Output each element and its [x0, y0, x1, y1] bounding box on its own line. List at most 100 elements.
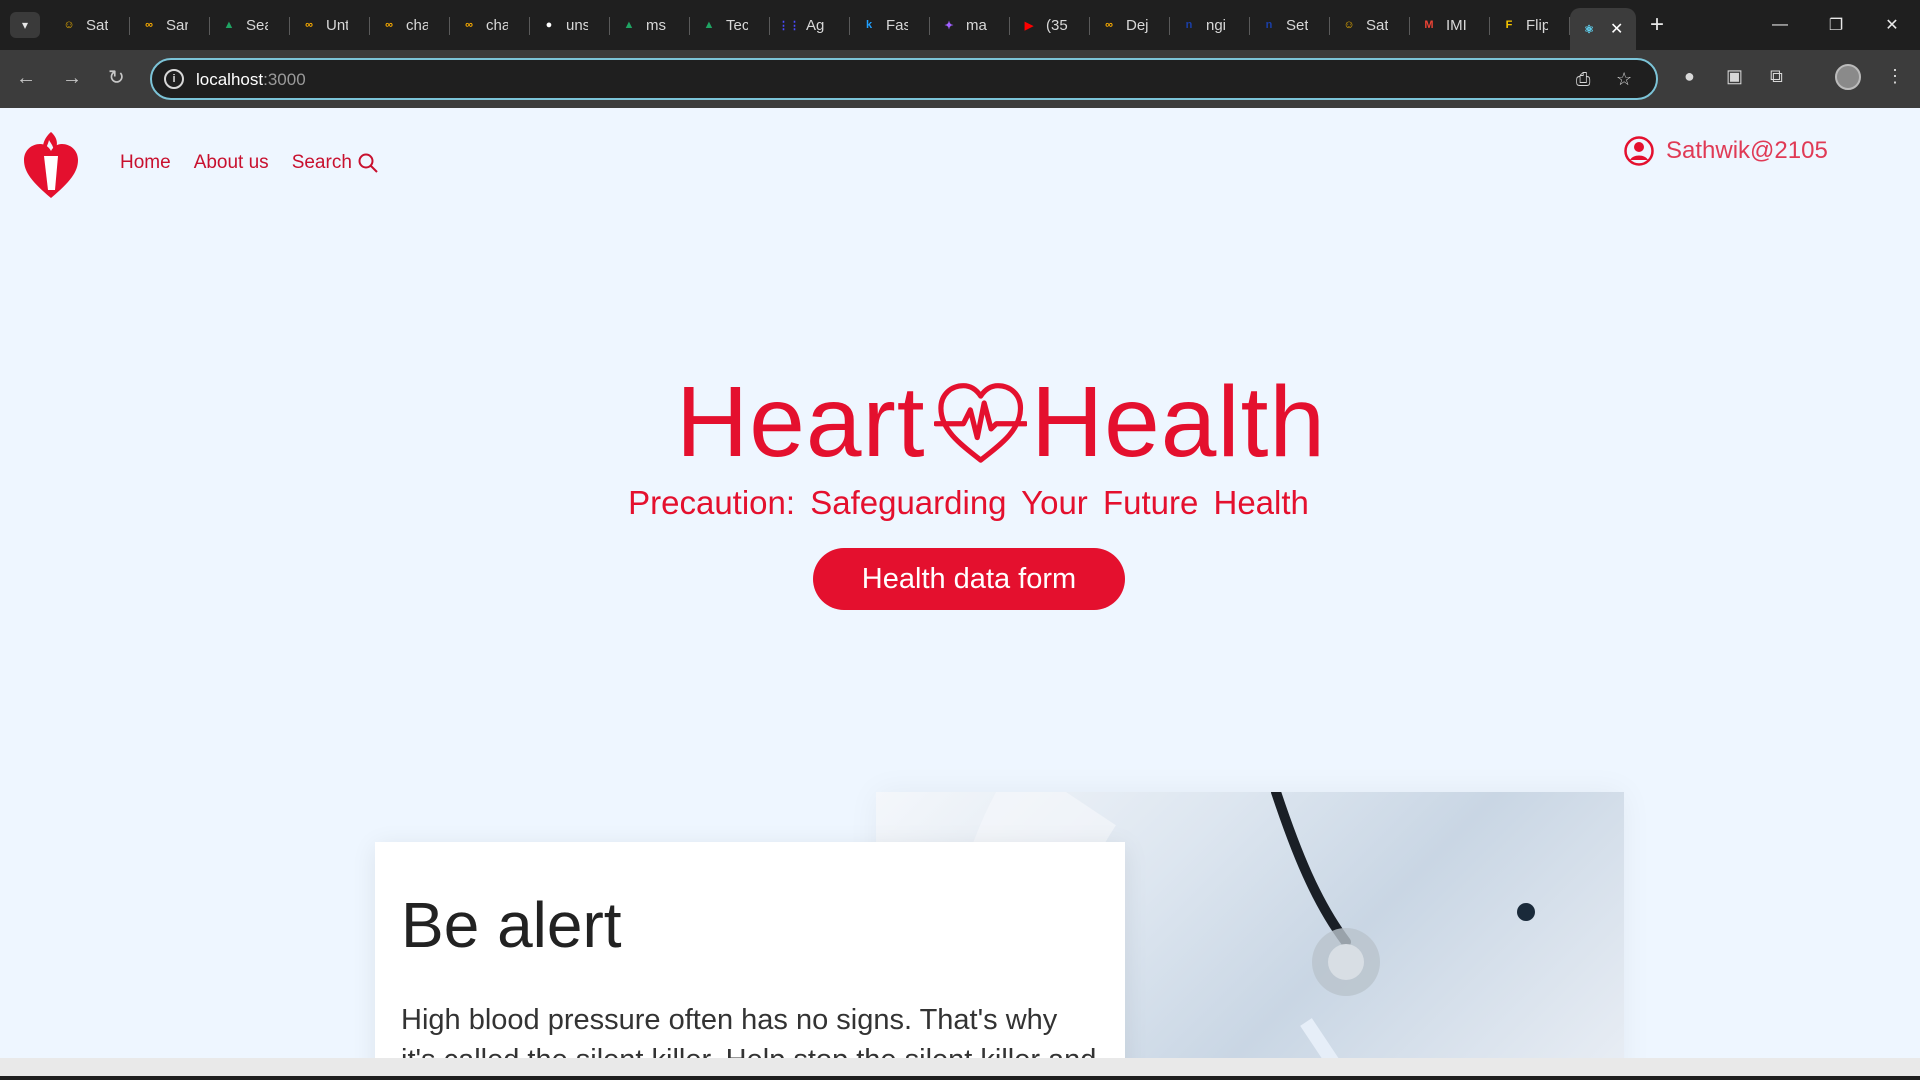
browser-tab[interactable]: M IMI [1410, 8, 1490, 42]
card-body: High blood pressure often has no signs. … [401, 1004, 1096, 1058]
address-bar[interactable]: i localhost:3000 ⎙ ☆ [150, 58, 1658, 100]
colab-icon: ∞ [385, 19, 393, 31]
more-menu-icon[interactable]: ⋮ [1886, 66, 1904, 87]
extensions-icon[interactable]: ⧉ [1770, 66, 1783, 87]
browser-tab[interactable]: n Set [1250, 8, 1330, 42]
tab-title: ngi [1206, 16, 1227, 34]
window-controls: — ❐ ✕ [1752, 0, 1920, 50]
browser-tab[interactable]: ∞ Unt [290, 8, 370, 42]
nav-about-label: About us [193, 152, 269, 173]
tab-title: Fas [886, 16, 908, 34]
tab-title: ma [966, 16, 987, 34]
k-icon: k [865, 19, 873, 31]
side-panel-icon[interactable]: ▣ [1726, 66, 1743, 87]
profile-avatar[interactable] [1835, 64, 1861, 90]
react-icon: ⚛ [1584, 23, 1594, 36]
tab-title: uns [566, 16, 588, 34]
gmail-icon: M [1424, 19, 1434, 31]
tab-title: Unt [326, 16, 348, 34]
close-tab-icon[interactable]: ✕ [1610, 19, 1623, 39]
be-alert-card: Be alert High blood pressure often has n… [375, 842, 1125, 1058]
browser-tab[interactable]: n ngi [1170, 8, 1250, 42]
browser-tab[interactable]: ☺ Sat [50, 8, 130, 42]
n-icon: n [1185, 19, 1193, 31]
username: Sathwik@2105 [1666, 137, 1828, 164]
browser-tab[interactable]: ▲ Sea [210, 8, 290, 42]
tab-title: ms [646, 16, 666, 34]
user-account[interactable]: Sathwik@2105 [1624, 136, 1828, 166]
taskbar-edge [0, 1058, 1920, 1080]
hero-subtitle: Precaution: Safeguarding Your Future Hea… [628, 484, 1309, 521]
browser-tab[interactable]: ✦ ma [930, 8, 1010, 42]
youtube-icon: ▶ [1024, 19, 1034, 32]
grid-icon: ⋮⋮ [778, 19, 800, 32]
tab-title: (35 [1046, 16, 1068, 34]
hugging-face-icon: ☺ [63, 19, 75, 31]
tab-title: Sar [166, 16, 188, 34]
hero-title-left: Heart [676, 365, 926, 478]
github-icon: ● [545, 19, 553, 31]
active-browser-tab[interactable]: ⚛ ✕ [1570, 8, 1636, 50]
browser-tab[interactable]: ▲ ms [610, 8, 690, 42]
browser-tab[interactable]: ⋮⋮ Ag [770, 8, 850, 42]
new-tab-icon[interactable]: + [1650, 11, 1664, 39]
browser-tab[interactable]: ▶ (35 [1010, 8, 1090, 42]
browser-tab-strip: ▾ ☺ Sat ∞ Sar ▲ Sea ∞ Unt ∞ cha ∞ cha ● uns ▲ ms ▲ Tec ⋮⋮ A… [0, 0, 1920, 50]
browser-tab[interactable]: ∞ Dej [1090, 8, 1170, 42]
tab-title: Tec [726, 16, 748, 34]
close-window-icon[interactable]: ✕ [1864, 0, 1920, 50]
hugging-face-icon: ☺ [1343, 19, 1355, 31]
bookmark-star-icon[interactable]: ☆ [1616, 69, 1632, 90]
install-app-icon[interactable]: ⎙ [1576, 69, 1590, 90]
tab-search-button[interactable]: ▾ [10, 12, 40, 38]
browser-tab[interactable]: ▲ Tec [690, 8, 770, 42]
tab-title: Sat [1366, 16, 1388, 34]
tab-title: cha [486, 16, 508, 34]
colab-icon: ∞ [465, 19, 473, 31]
browser-tab[interactable]: ☺ Sat [1330, 8, 1410, 42]
hero-title: Heart Health [676, 362, 1326, 482]
tab-title: Ag [806, 16, 825, 34]
restore-icon[interactable]: ❐ [1808, 0, 1864, 50]
forward-icon[interactable]: → [62, 66, 82, 90]
site-info-icon[interactable]: i [164, 69, 184, 89]
browser-toolbar: ← → ↻ i localhost:3000 ⎙ ☆ ● ▣ ⧉ ⋮ [0, 50, 1920, 108]
browser-tab[interactable]: k Fas [850, 8, 930, 42]
reload-icon[interactable]: ↻ [108, 66, 125, 90]
health-data-form-button[interactable]: Health data form [813, 548, 1125, 610]
nav-search-link[interactable]: Search [292, 152, 378, 174]
minimize-icon[interactable]: — [1752, 0, 1808, 50]
browser-tab[interactable]: ∞ Sar [130, 8, 210, 42]
nav-about-link[interactable]: About us [194, 152, 269, 174]
google-drive-icon: ▲ [623, 19, 635, 31]
back-icon[interactable]: ← [16, 66, 36, 90]
extension-pin-icon[interactable]: ● [1684, 66, 1695, 87]
browser-tab[interactable]: F Flip [1490, 8, 1570, 42]
tab-title: IMI [1446, 16, 1467, 34]
tab-title: Sea [246, 16, 268, 34]
google-drive-icon: ▲ [223, 19, 235, 31]
url-text[interactable]: localhost:3000 [196, 70, 306, 90]
tab-list: ☺ Sat ∞ Sar ▲ Sea ∞ Unt ∞ cha ∞ cha ● uns ▲ ms ▲ Tec ⋮⋮ Ag k… [50, 0, 1664, 50]
nav-home-link[interactable]: Home [120, 152, 171, 174]
tab-title: Set [1286, 16, 1308, 34]
heart-torch-logo-icon[interactable] [22, 128, 80, 202]
tab-title: Dej [1126, 16, 1148, 34]
browser-tab[interactable]: ∞ cha [370, 8, 450, 42]
tab-title: cha [406, 16, 428, 34]
browser-tab[interactable]: ● uns [530, 8, 610, 42]
user-circle-icon [1624, 136, 1654, 166]
colab-icon: ∞ [1105, 19, 1113, 31]
search-icon [358, 153, 378, 173]
page-content: Home About us Search Sathwik@2105 Heart … [0, 108, 1920, 1058]
google-drive-icon: ▲ [703, 19, 715, 31]
sparkle-icon: ✦ [944, 19, 954, 32]
colab-icon: ∞ [145, 19, 153, 31]
nav-home-label: Home [120, 152, 171, 173]
card-title: Be alert [401, 889, 622, 961]
heartbeat-heart-icon [933, 383, 1027, 463]
browser-tab[interactable]: ∞ cha [450, 8, 530, 42]
nav-search-label: Search [291, 152, 352, 173]
tab-title: Flip [1526, 16, 1548, 34]
flipkart-icon: F [1505, 19, 1513, 31]
